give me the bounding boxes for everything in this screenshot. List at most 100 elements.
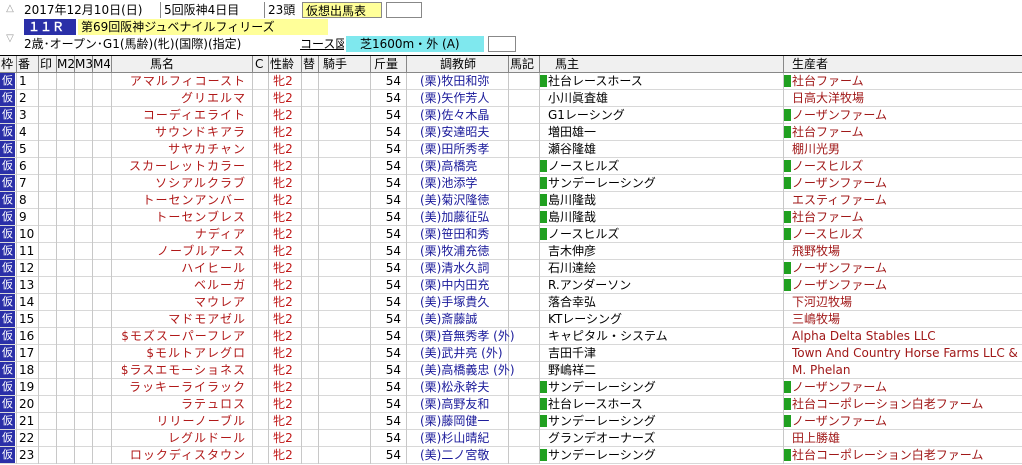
col-c[interactable]: C [255,56,265,72]
owner-name[interactable]: ノースヒルズ [548,158,783,174]
table-row[interactable]: 仮 12 ハイヒール 牝2 54 (栗)清水久詞 石川達絵 ノーザンファーム [0,260,1022,277]
col-waku[interactable]: 枠 [1,56,16,72]
trainer-name[interactable]: (栗)笹田和秀 [420,226,540,242]
horse-name[interactable]: ハイヒール [100,260,250,276]
horse-name[interactable]: リリーノーブル [100,413,250,429]
breeder-name[interactable]: 社台ファーム [792,73,1022,89]
trainer-name[interactable]: (栗)中内田充 [420,277,540,293]
breeder-name[interactable]: ノーザンファーム [792,107,1022,123]
table-row[interactable]: 仮 10 ナディア 牝2 54 (栗)笹田和秀 ノースヒルズ ノースヒルズ [0,226,1022,243]
horse-name[interactable]: マドモアゼル [100,311,250,327]
owner-name[interactable]: 小川眞査雄 [548,90,783,106]
trainer-name[interactable]: (栗)安達昭夫 [420,124,540,140]
horse-name[interactable]: トーセンブレス [100,209,250,225]
owner-name[interactable]: 瀬谷隆雄 [548,141,783,157]
owner-name[interactable]: 石川達絵 [548,260,783,276]
table-row[interactable]: 仮 14 マウレア 牝2 54 (美)手塚貴久 落合幸弘 下河辺牧場 [0,294,1022,311]
owner-name[interactable]: R.アンダーソン [548,277,783,293]
owner-name[interactable]: サンデーレーシング [548,413,783,429]
trainer-name[interactable]: (栗)田所秀孝 [420,141,540,157]
horse-name[interactable]: コーディエライト [100,107,250,123]
trainer-name[interactable]: (栗)松永幹夫 [420,379,540,395]
horse-name[interactable]: スカーレットカラー [100,158,250,174]
owner-name[interactable]: G1レーシング [548,107,783,123]
col-trainer[interactable]: 調教師 [440,56,490,72]
trainer-name[interactable]: (栗)牧浦充徳 [420,243,540,259]
col-ban[interactable]: 番 [18,56,36,72]
owner-name[interactable]: 社台レースホース [548,396,783,412]
table-row[interactable]: 仮 9 トーセンブレス 牝2 54 (美)加藤征弘 島川隆哉 社台ファーム [0,209,1022,226]
owner-name[interactable]: 野嶋祥二 [548,362,783,378]
table-row[interactable]: 仮 13 ベルーガ 牝2 54 (栗)中内田充 R.アンダーソン ノーザンファーム [0,277,1022,294]
trainer-name[interactable]: (美)高橋義忠 (外) [420,362,540,378]
col-owner[interactable]: 馬主 [555,56,595,72]
breeder-name[interactable]: ノーザンファーム [792,413,1022,429]
breeder-name[interactable]: エスティファーム [792,192,1022,208]
trainer-name[interactable]: (栗)高野友和 [420,396,540,412]
trainer-name[interactable]: (栗)清水久詞 [420,260,540,276]
trainer-name[interactable]: (美)武井亮 (外) [420,345,540,361]
table-row[interactable]: 仮 2 グリエルマ 牝2 54 (栗)矢作芳人 小川眞査雄 日高大洋牧場 [0,90,1022,107]
trainer-name[interactable]: (栗)音無秀孝 (外) [420,328,540,344]
owner-name[interactable]: グランデオーナーズ [548,430,783,446]
breeder-name[interactable]: ノーザンファーム [792,277,1022,293]
breeder-name[interactable]: 棚川光男 [792,141,1022,157]
table-row[interactable]: 仮 8 トーセンアンバー 牝2 54 (美)菊沢隆徳 島川隆哉 エスティファーム [0,192,1022,209]
table-row[interactable]: 仮 19 ラッキーライラック 牝2 54 (栗)松永幹夫 サンデーレーシング ノーザンファーム [0,379,1022,396]
table-row[interactable]: 仮 11 ノーブルアース 牝2 54 (栗)牧浦充徳 吉木伸彦 飛野牧場 [0,243,1022,260]
trainer-name[interactable]: (栗)佐々木晶 [420,107,540,123]
horse-name[interactable]: $モルトアレグロ [100,345,250,361]
table-row[interactable]: 仮 3 コーディエライト 牝2 54 (栗)佐々木晶 G1レーシング ノーザンファーム [0,107,1022,124]
table-row[interactable]: 仮 17 $モルトアレグロ 牝2 54 (美)武井亮 (外) 吉田千津 Town And Co… [0,345,1022,362]
table-row[interactable]: 仮 4 サウンドキアラ 牝2 54 (栗)安達昭夫 増田雄一 社台ファーム [0,124,1022,141]
table-row[interactable]: 仮 23 ロックディスタウン 牝2 54 (美)二ノ宮敬 サンデーレーシング 社台コーポレーシ… [0,447,1022,464]
horse-name[interactable]: グリエルマ [100,90,250,106]
horse-name[interactable]: レグルドール [100,430,250,446]
horse-name[interactable]: $ラスエモーショネス [100,362,250,378]
breeder-name[interactable]: 日高大洋牧場 [792,90,1022,106]
col-note[interactable]: 馬記 [510,56,538,72]
horse-name[interactable]: サウンドキアラ [100,124,250,140]
owner-name[interactable]: キャピタル・システム [548,328,783,344]
horse-name[interactable]: ナディア [100,226,250,242]
owner-name[interactable]: KTレーシング [548,311,783,327]
col-m3[interactable]: M3 [75,56,92,72]
col-sub[interactable]: 替 [303,56,317,72]
horse-name[interactable]: ロックディスタウン [100,447,250,463]
trainer-name[interactable]: (栗)矢作芳人 [420,90,540,106]
breeder-name[interactable]: Town And Country Horse Farms LLC & F [792,345,1022,361]
trainer-name[interactable]: (栗)池添学 [420,175,540,191]
horse-name[interactable]: マウレア [100,294,250,310]
owner-name[interactable]: ノースヒルズ [548,226,783,242]
trainer-name[interactable]: (栗)牧田和弥 [420,73,540,89]
table-row[interactable]: 仮 7 ソシアルクラブ 牝2 54 (栗)池添学 サンデーレーシング ノーザンファーム [0,175,1022,192]
owner-name[interactable]: サンデーレーシング [548,175,783,191]
horse-name[interactable]: トーセンアンバー [100,192,250,208]
breeder-name[interactable]: 下河辺牧場 [792,294,1022,310]
table-row[interactable]: 仮 18 $ラスエモーショネス 牝2 54 (美)高橋義忠 (外) 野嶋祥二 M. Phela… [0,362,1022,379]
breeder-name[interactable]: ノーザンファーム [792,379,1022,395]
chevron-up-icon[interactable]: △ [0,2,20,16]
trainer-name[interactable]: (栗)杉山晴紀 [420,430,540,446]
owner-name[interactable]: 吉木伸彦 [548,243,783,259]
breeder-name[interactable]: ノースヒルズ [792,158,1022,174]
table-row[interactable]: 仮 6 スカーレットカラー 牝2 54 (栗)高橋亮 ノースヒルズ ノースヒルズ [0,158,1022,175]
table-row[interactable]: 仮 1 アマルフィコースト 牝2 54 (栗)牧田和弥 社台レースホース 社台ファーム [0,73,1022,90]
horse-name[interactable]: ラッキーライラック [100,379,250,395]
breeder-name[interactable]: Alpha Delta Stables LLC [792,328,1022,344]
trainer-name[interactable]: (栗)藤岡健一 [420,413,540,429]
col-weight[interactable]: 斤量 [374,56,404,72]
trainer-name[interactable]: (美)加藤征弘 [420,209,540,225]
trainer-name[interactable]: (栗)高橋亮 [420,158,540,174]
breeder-name[interactable]: 三嶋牧場 [792,311,1022,327]
horse-name[interactable]: ノーブルアース [100,243,250,259]
trainer-name[interactable]: (美)菊沢隆徳 [420,192,540,208]
table-row[interactable]: 仮 15 マドモアゼル 牝2 54 (美)斎藤誠 KTレーシング 三嶋牧場 [0,311,1022,328]
owner-name[interactable]: サンデーレーシング [548,379,783,395]
horse-name[interactable]: サヤカチャン [100,141,250,157]
col-sexage[interactable]: 性齢 [270,56,300,72]
breeder-name[interactable]: 社台コーポレーション白老ファーム [792,396,1022,412]
owner-name[interactable]: サンデーレーシング [548,447,783,463]
horse-name[interactable]: アマルフィコースト [100,73,250,89]
trainer-name[interactable]: (美)二ノ宮敬 [420,447,540,463]
